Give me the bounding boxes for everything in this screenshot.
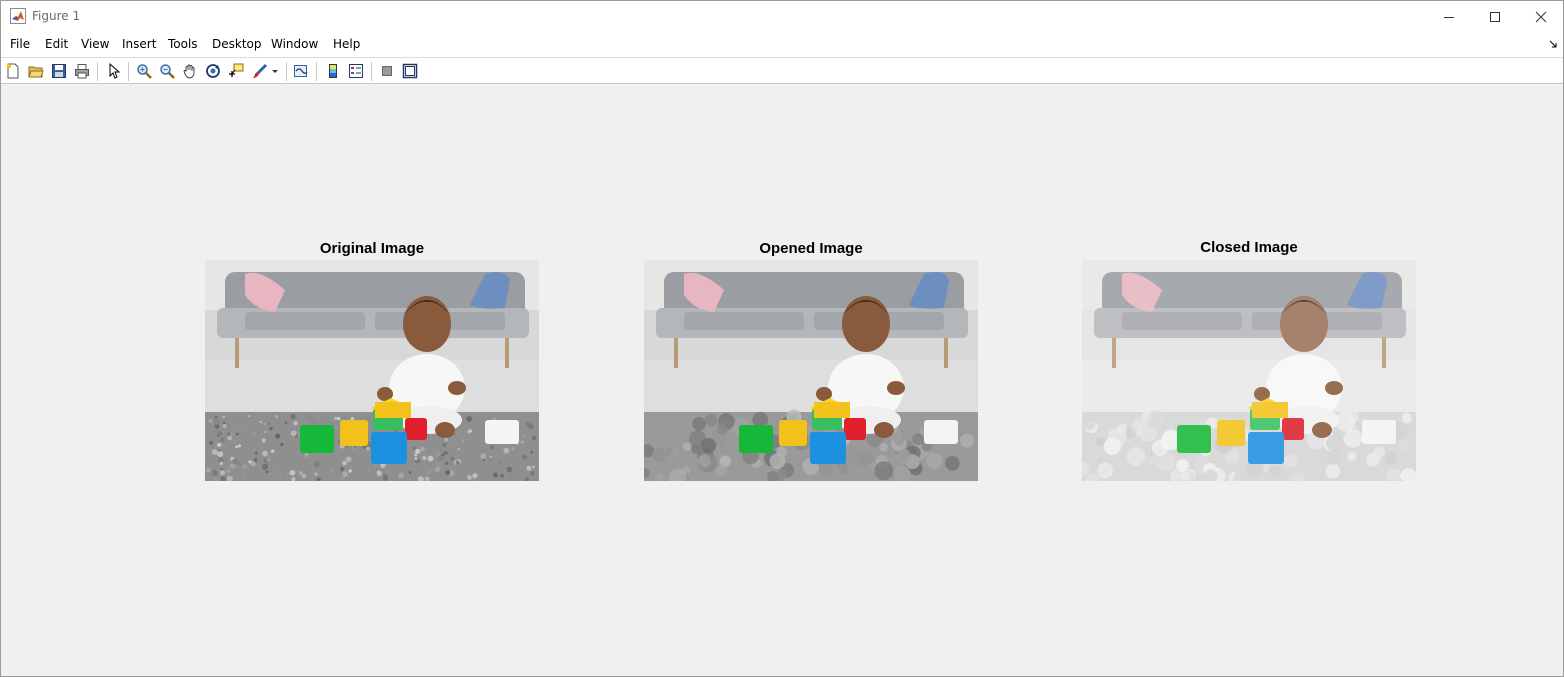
zoom-out-icon	[160, 64, 175, 79]
brush-icon	[253, 64, 267, 78]
minimize-button[interactable]	[1426, 1, 1472, 32]
open-file-icon	[28, 66, 44, 78]
zoom-in-icon	[137, 64, 152, 79]
insert-colorbar-icon	[329, 64, 337, 78]
toolbar-separator	[97, 62, 98, 81]
new-figure-button[interactable]	[4, 62, 22, 80]
toolbar-separator	[371, 62, 372, 81]
toolbar-separator	[286, 62, 287, 81]
toolbar-separator	[128, 62, 129, 81]
menu-view[interactable]: View	[81, 37, 109, 51]
hide-plot-tools-icon	[382, 66, 392, 76]
edit-plot-pointer-icon	[109, 63, 121, 79]
original-image[interactable]	[205, 260, 539, 481]
show-plot-tools-icon	[402, 63, 418, 79]
menu-file[interactable]: File	[10, 37, 30, 51]
print-icon	[75, 64, 89, 79]
link-plot-button[interactable]	[292, 62, 310, 80]
image-photo	[644, 260, 978, 481]
close-button[interactable]	[1518, 1, 1564, 32]
insert-legend-icon	[349, 64, 363, 78]
maximize-button[interactable]	[1472, 1, 1518, 32]
toolbar-separator	[316, 62, 317, 81]
original-image-title: Original Image	[319, 240, 425, 257]
data-cursor-icon	[229, 63, 244, 77]
brush-dropdown-button[interactable]	[270, 62, 280, 80]
closed-image-title: Closed Image	[1200, 239, 1298, 256]
image-photo	[205, 260, 539, 481]
menu-bar: File Edit View Insert Tools Desktop Wind…	[1, 32, 1563, 57]
insert-legend-button[interactable]	[347, 62, 365, 80]
show-plot-tools-button[interactable]	[401, 62, 419, 80]
close-icon	[1535, 11, 1547, 22]
opened-image[interactable]	[644, 260, 978, 481]
zoom-out-button[interactable]	[158, 62, 176, 80]
opened-image-title: Opened Image	[759, 240, 863, 257]
data-cursor-button[interactable]	[227, 62, 245, 80]
menu-edit[interactable]: Edit	[45, 37, 68, 51]
window-title: Figure 1	[32, 9, 81, 23]
new-figure-icon	[7, 63, 19, 79]
matlab-logo-icon	[10, 8, 26, 24]
rotate-3d-icon	[206, 64, 220, 78]
closed-image[interactable]	[1082, 260, 1416, 481]
image-photo	[1082, 260, 1416, 481]
figure-toolbar	[1, 57, 1563, 84]
link-plot-icon	[294, 65, 308, 77]
hide-plot-tools-button[interactable]	[378, 62, 396, 80]
menu-help[interactable]: Help	[333, 37, 360, 51]
figure-window: Figure 1 File Edit View Insert Tools Des…	[0, 0, 1564, 677]
menu-tools[interactable]: Tools	[168, 37, 198, 51]
maximize-icon	[1490, 11, 1500, 22]
menu-desktop[interactable]: Desktop	[212, 37, 262, 51]
brush-dropdown-icon	[272, 70, 278, 73]
save-icon	[52, 64, 66, 78]
dock-arrow-icon[interactable]	[1549, 40, 1557, 48]
title-bar[interactable]: Figure 1	[1, 1, 1563, 32]
zoom-in-button[interactable]	[135, 62, 153, 80]
pan-hand-icon	[183, 64, 195, 79]
insert-colorbar-button[interactable]	[324, 62, 342, 80]
save-button[interactable]	[50, 62, 68, 80]
edit-plot-button[interactable]	[105, 62, 123, 80]
print-button[interactable]	[73, 62, 91, 80]
figure-canvas[interactable]: Original Image Opened Image Closed Image	[1, 84, 1563, 676]
open-file-button[interactable]	[27, 62, 45, 80]
pan-button[interactable]	[181, 62, 199, 80]
menu-window[interactable]: Window	[271, 37, 318, 51]
rotate-3d-button[interactable]	[204, 62, 222, 80]
minimize-icon	[1444, 16, 1454, 18]
brush-button[interactable]	[251, 62, 269, 80]
menu-insert[interactable]: Insert	[122, 37, 156, 51]
